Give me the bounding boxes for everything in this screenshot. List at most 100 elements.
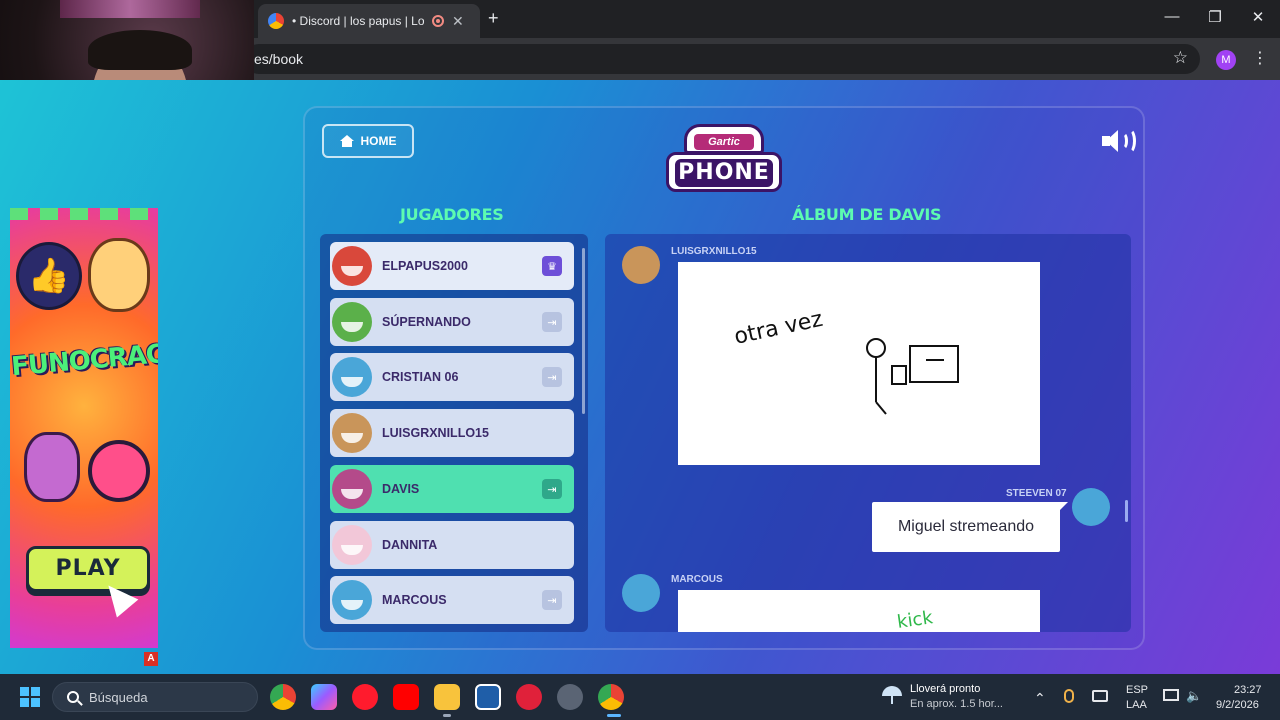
home-label: HOME (360, 134, 397, 148)
ad-character-emoji (88, 440, 150, 502)
player-row-dannita[interactable]: DANNITA (330, 521, 574, 569)
players-scrollbar[interactable] (582, 248, 585, 414)
album-text-bubble: Miguel stremeando (872, 502, 1060, 552)
file-explorer-icon[interactable] (434, 684, 460, 710)
drawing-screen (909, 345, 959, 383)
logo-phone-text: PHONE (675, 159, 773, 187)
volume-icon[interactable]: 🔈 (1186, 688, 1202, 704)
album-heading: ÁLBUM DE DAVIS (792, 205, 942, 224)
youtube-app-icon[interactable] (393, 684, 419, 710)
language-bottom[interactable]: LAA (1126, 699, 1147, 711)
album-drawing[interactable]: otra vez (678, 262, 1040, 465)
exit-icon[interactable]: ⇥ (542, 590, 562, 610)
player-avatar (332, 357, 372, 397)
drawing-head (866, 338, 886, 358)
player-name: ELPAPUS2000 (382, 259, 468, 273)
exit-icon[interactable]: ⇥ (542, 479, 562, 499)
player-row-supernando[interactable]: SÚPERNANDO ⇥ (330, 298, 574, 346)
drawing-text: kick (896, 607, 935, 632)
player-name: MARCOUS (382, 593, 447, 607)
player-avatar (332, 525, 372, 565)
taskbar-indicator (443, 714, 451, 717)
sound-toggle-button[interactable] (1102, 128, 1136, 154)
author-avatar (1072, 488, 1110, 526)
vegas-app-icon[interactable] (475, 684, 501, 710)
browser-menu-icon[interactable]: ⋮ (1252, 48, 1268, 68)
chrome-profile-app-icon[interactable] (598, 684, 624, 710)
drawing-phone (891, 365, 907, 385)
logo-gartic-text: Gartic (694, 134, 754, 150)
clock-time[interactable]: 23:27 (1234, 684, 1262, 696)
logo-phone-shape: PHONE (666, 152, 782, 192)
chrome-app-icon[interactable] (270, 684, 296, 710)
new-tab-button[interactable]: + (488, 8, 499, 29)
microphone-icon[interactable] (1064, 689, 1074, 703)
weather-detail: En aprox. 1.5 hor... (910, 698, 1003, 710)
ad-badge[interactable]: A (144, 652, 158, 666)
bookmark-star-icon[interactable]: ☆ (1173, 48, 1188, 68)
windows-start-icon[interactable] (20, 687, 40, 707)
discord-favicon-icon (268, 13, 284, 29)
opera-app-icon[interactable] (352, 684, 378, 710)
profile-avatar[interactable]: M (1216, 50, 1236, 70)
weather-rain-icon[interactable] (882, 684, 902, 704)
exit-icon[interactable]: ⇥ (542, 367, 562, 387)
drawing-text: otra vez (732, 307, 825, 350)
album-scrollbar[interactable] (1125, 500, 1128, 522)
webcam-light (60, 0, 200, 18)
close-window-button[interactable]: ✕ (1246, 8, 1270, 26)
players-list: ELPAPUS2000 ♛ SÚPERNANDO ⇥ CRISTIAN 06 ⇥… (320, 234, 588, 632)
player-row-elpapus2000[interactable]: ELPAPUS2000 ♛ (330, 242, 574, 290)
tray-chevron-icon[interactable]: ⌃ (1034, 690, 1046, 707)
home-icon (339, 135, 354, 147)
drawing-sketch: kick (896, 607, 935, 633)
network-icon[interactable] (1163, 689, 1179, 701)
recording-icon (432, 15, 444, 27)
ad-character-bearded (24, 432, 80, 502)
taskbar-search[interactable]: Búsqueda (52, 682, 258, 712)
restore-button[interactable]: ❐ (1203, 8, 1227, 26)
app-with-notification-icon[interactable] (557, 684, 583, 710)
player-name: DAVIS (382, 482, 420, 496)
player-row-cristian06[interactable]: CRISTIAN 06 ⇥ (330, 353, 574, 401)
clock-date[interactable]: 9/2/2026 (1216, 699, 1259, 711)
author-avatar (622, 246, 660, 284)
player-name: CRISTIAN 06 (382, 370, 459, 384)
copilot-app-icon[interactable] (311, 684, 337, 710)
minimize-button[interactable]: — (1160, 8, 1184, 25)
player-row-marcous[interactable]: MARCOUS ⇥ (330, 576, 574, 624)
advertisement-panel[interactable]: FUNOCRACY PLAY (10, 208, 158, 648)
author-avatar (622, 574, 660, 612)
player-row-luisgrxnillo15[interactable]: LUISGRXNILLO15 (330, 409, 574, 457)
player-avatar (332, 413, 372, 453)
album-author: LUISGRXNILLO15 (671, 246, 757, 257)
drawing-sketch: otra vez (732, 307, 959, 415)
player-name: SÚPERNANDO (382, 315, 471, 329)
album-drawing[interactable]: kick (678, 590, 1040, 633)
player-name: DANNITA (382, 538, 438, 552)
thumbs-up-icon (16, 242, 82, 310)
display-icon[interactable] (1092, 690, 1108, 702)
player-row-davis[interactable]: DAVIS ⇥ (330, 465, 574, 513)
language-top[interactable]: ESP (1126, 684, 1148, 696)
drawing-leg (875, 401, 887, 415)
exit-icon[interactable]: ⇥ (542, 312, 562, 332)
album-author: STEEVEN 07 (1006, 488, 1067, 499)
browser-tab-discord[interactable]: • Discord | los papus | Los p ✕ (258, 4, 480, 38)
url-text: es/book (254, 51, 304, 67)
player-avatar (332, 580, 372, 620)
sound-wave-outer (1122, 128, 1136, 154)
speaker-cone (1106, 130, 1118, 152)
ad-zigzag-border (10, 208, 158, 220)
tab-close-icon[interactable]: ✕ (452, 13, 464, 30)
search-icon (67, 691, 79, 703)
player-avatar (332, 469, 372, 509)
ad-play-button[interactable]: PLAY (26, 546, 150, 592)
address-bar[interactable]: es/book ☆ (244, 44, 1200, 74)
opera-gx-app-icon[interactable] (516, 684, 542, 710)
webcam-person-hair (88, 30, 192, 70)
gartic-phone-logo: Gartic PHONE (666, 124, 782, 194)
home-button[interactable]: HOME (322, 124, 414, 158)
player-avatar (332, 302, 372, 342)
weather-status: Lloverá pronto (910, 683, 981, 695)
